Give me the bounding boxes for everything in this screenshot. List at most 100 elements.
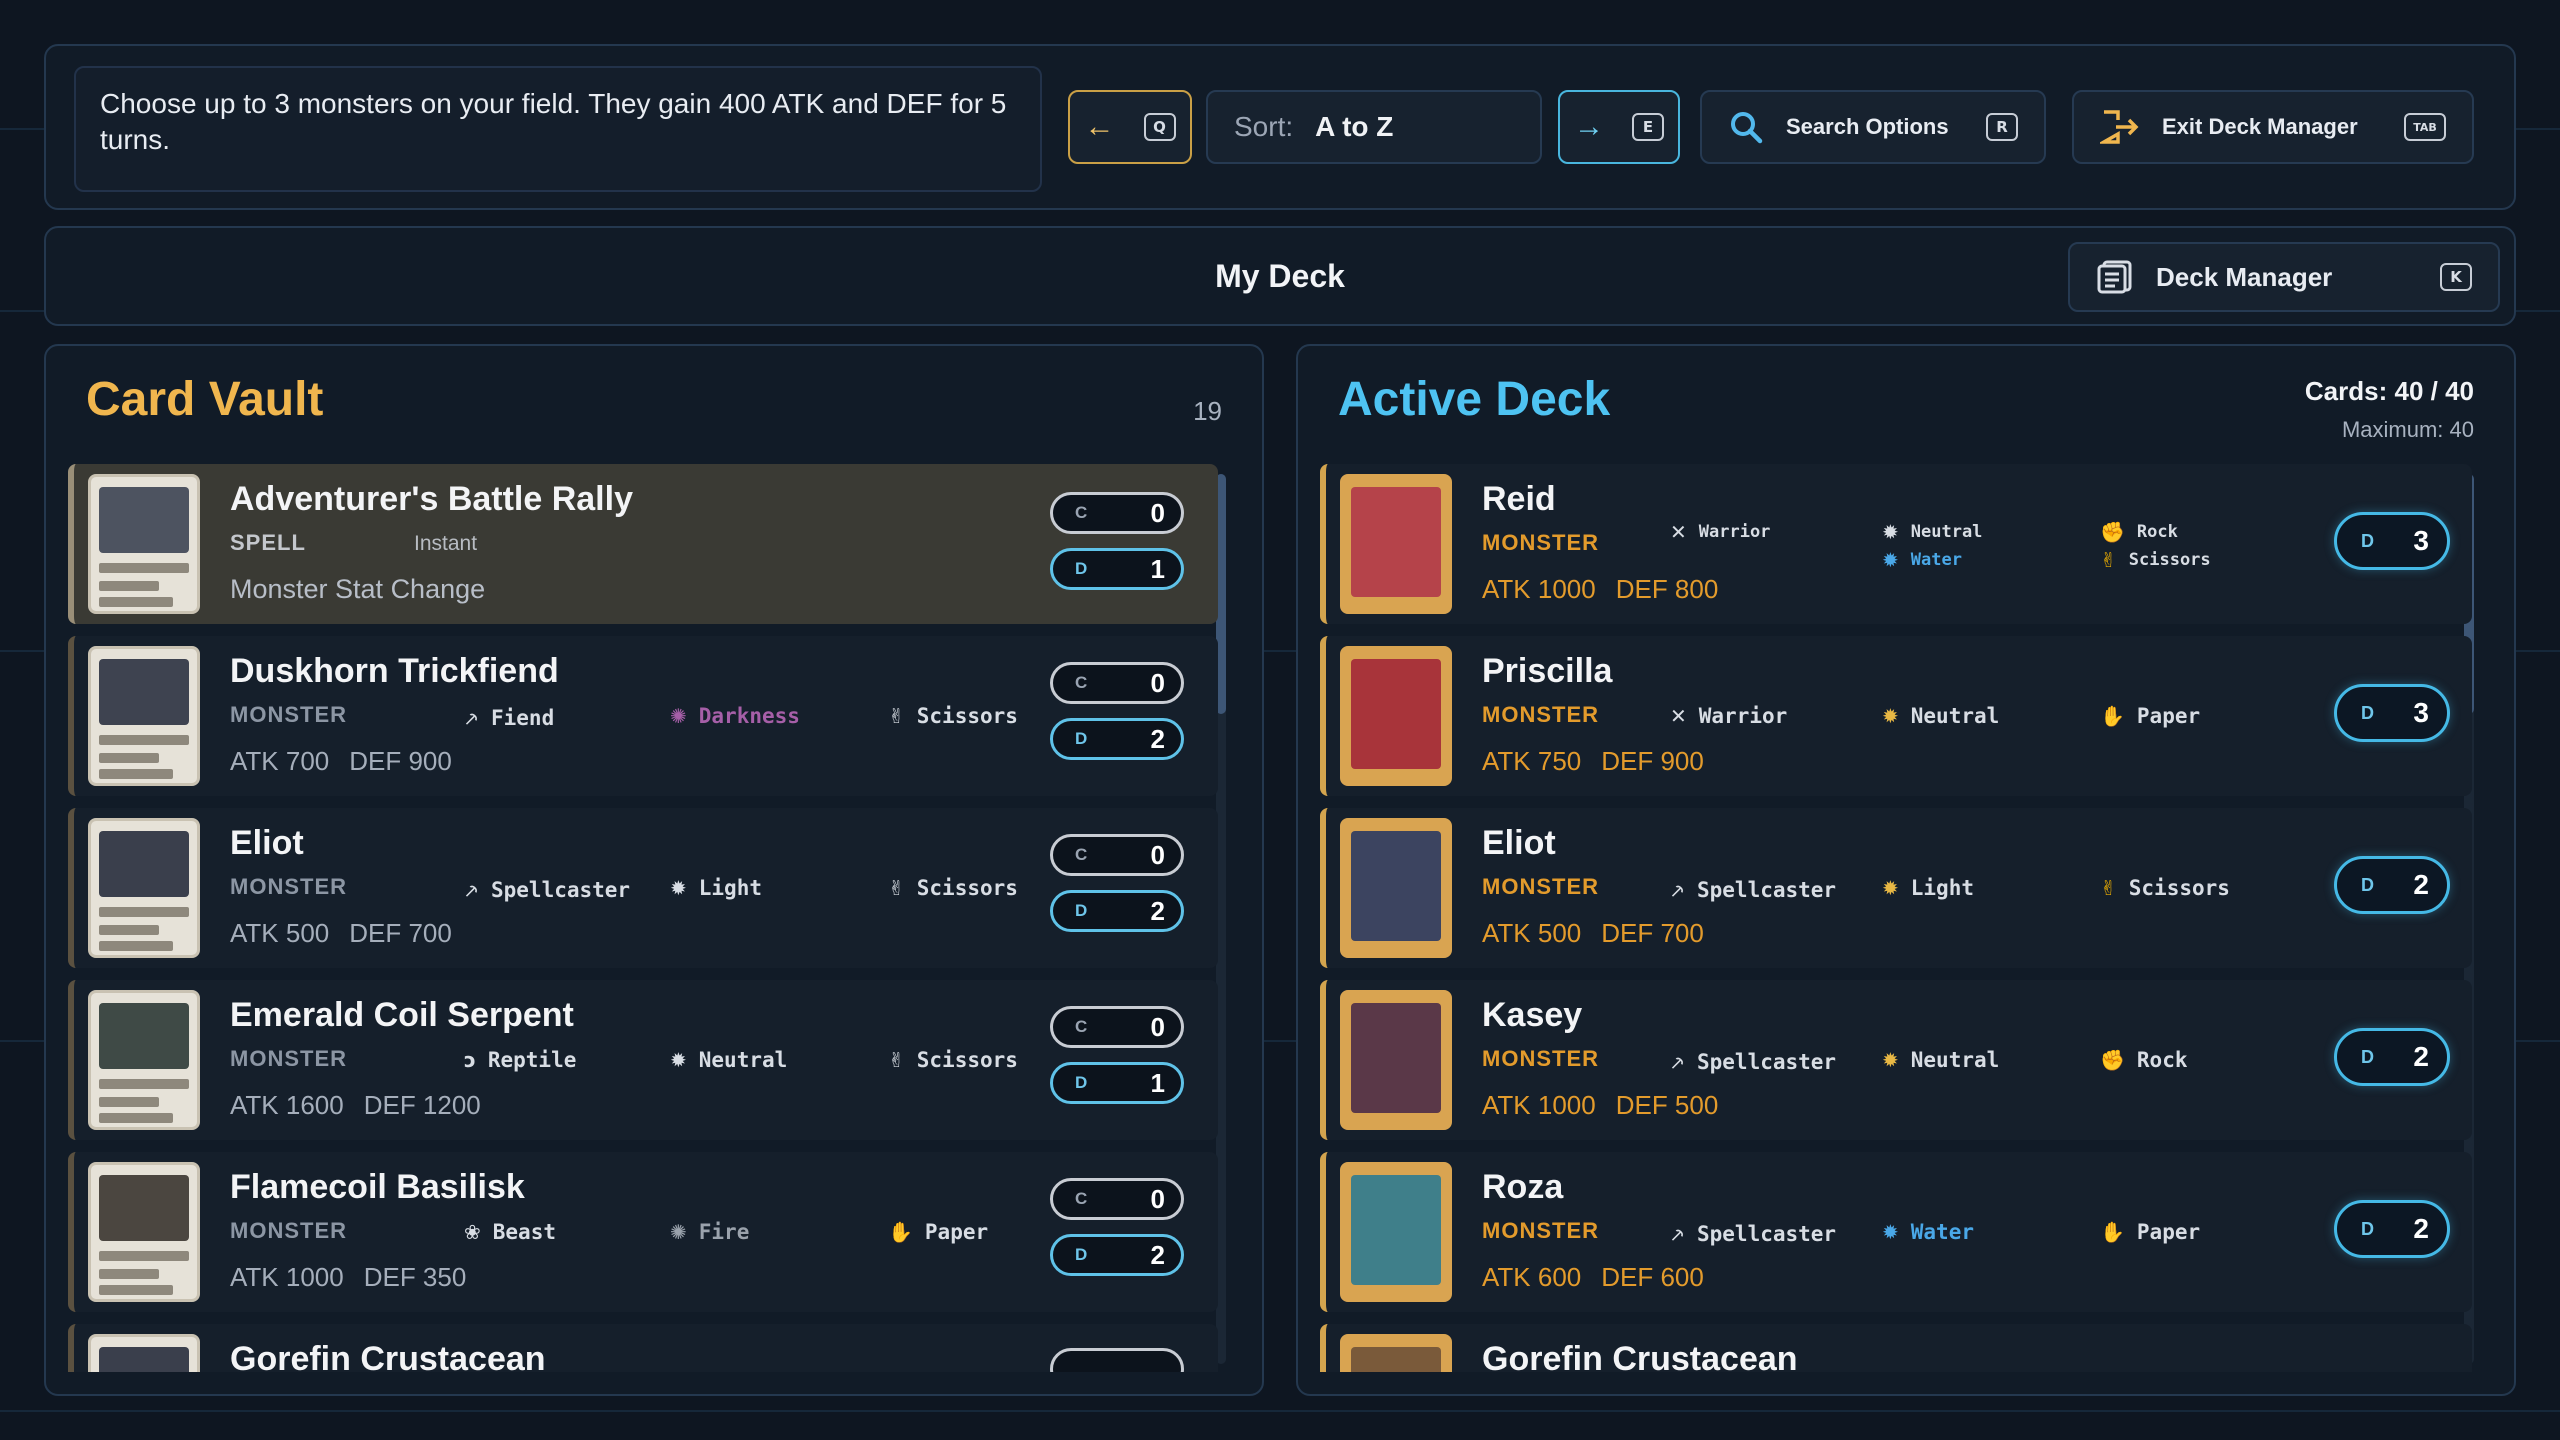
deck-card-row[interactable]: Kasey MONSTER ⸕ Spellcaster ✹ Neutral ✊ Roc… (1320, 980, 2472, 1140)
vault-card-row[interactable]: Flamecoil Basilisk MONSTER ❀ Beast ✺ Fire … (68, 1152, 1218, 1312)
card-stats: ATK 750 DEF 900 (1482, 746, 1704, 776)
card-name: Gorefin Crustacean (1482, 1340, 1798, 1372)
sort-prev-button[interactable]: ← Q (1068, 90, 1192, 164)
vault-card-row[interactable]: Adventurer's Battle Rally SPELL Instant … (68, 464, 1218, 624)
copies-in-collection: C0 (1050, 492, 1184, 534)
card-name: Flamecoil Basilisk (230, 1168, 525, 1206)
card-attribute: ✹ Neutral (1882, 704, 2000, 728)
card-art (88, 474, 200, 614)
scissors-hand-icon: ✌ (888, 704, 905, 728)
card-race: ↄ Reptile (464, 1048, 577, 1072)
card-stats: ATK 600 DEF 600 (1482, 1262, 1704, 1292)
swords-icon: ✕ (1670, 520, 1687, 544)
card-attribute-2: ✹ Water (1882, 548, 1962, 572)
card-attribute: ✹ Light (670, 876, 762, 900)
arrow-left-icon: ← (1084, 110, 1115, 143)
card-name: Kasey (1482, 996, 1583, 1034)
card-vault-panel: Card Vault 19 Adventurer's Battle Rally … (44, 344, 1264, 1396)
card-name: Roza (1482, 1168, 1564, 1206)
copies-in-deck: D3 (2334, 684, 2450, 742)
wand-icon: ⸕ (1670, 1050, 1685, 1074)
scissors-hand-icon: ✌ (2100, 876, 2117, 900)
card-attribute: ✹ Neutral (1882, 520, 1983, 544)
card-type: MONSTER (1482, 874, 1599, 899)
deck-card-list: Reid MONSTER ✕ Warrior ✹ Neutral ✹ Water ✊ R… (1320, 464, 2480, 1372)
scissors-hand-icon: ✌ (888, 1048, 905, 1072)
vault-card-row[interactable]: Eliot MONSTER ⸕ Spellcaster ✹ Light ✌ Sciss… (68, 808, 1218, 968)
card-attribute: ✹ Neutral (1882, 1048, 2000, 1072)
card-art (88, 1334, 200, 1372)
rock-hand-icon: ✊ (2100, 1048, 2125, 1072)
copies-in-deck: D2 (1050, 1234, 1184, 1276)
swords-icon: ✕ (1670, 704, 1687, 728)
active-deck-title: Active Deck (1338, 373, 1611, 426)
neutral-icon: ✹ (1882, 1048, 1899, 1072)
copies-in-deck: D3 (2334, 512, 2450, 570)
deck-card-row[interactable]: Gorefin Crustacean (1320, 1324, 2472, 1372)
copies-in-collection: C0 (1050, 834, 1184, 876)
card-type: MONSTER (1482, 1218, 1599, 1243)
card-stats: ATK 700 DEF 900 (230, 746, 452, 776)
card-type: MONSTER (1482, 530, 1599, 555)
vault-card-row[interactable]: Emerald Coil Serpent MONSTER ↄ Reptile ✹ N… (68, 980, 1218, 1140)
key-hint-q: Q (1143, 113, 1176, 141)
neutral-icon: ✹ (1882, 704, 1899, 728)
active-deck-panel: Active Deck Cards: 40 / 40 Maximum: 40 R… (1296, 344, 2516, 1396)
card-type: MONSTER (1482, 702, 1599, 727)
card-type: SPELL (230, 530, 306, 555)
card-art (88, 818, 200, 958)
card-art (88, 990, 200, 1130)
exit-deck-manager-button[interactable]: Exit Deck Manager TAB (2072, 90, 2474, 164)
card-name: Priscilla (1482, 652, 1613, 690)
sort-selector[interactable]: Sort: A to Z (1206, 90, 1542, 164)
card-attribute: ✹ Light (1882, 876, 1974, 900)
copies-in-collection: C0 (1050, 1178, 1184, 1220)
card-race: ⸕ Spellcaster (464, 877, 631, 903)
water-icon: ✹ (1882, 1220, 1899, 1244)
card-stats: ATK 1000 DEF 350 (230, 1262, 467, 1292)
card-type: MONSTER (1482, 1046, 1599, 1071)
card-race: ⸕ Spellcaster (1670, 877, 1837, 903)
spell-kind: Instant (414, 532, 478, 555)
spell-effect: Monster Stat Change (230, 574, 486, 604)
copies-in-deck: D1 (1050, 1062, 1184, 1104)
vault-card-row[interactable]: Gorefin Crustacean (68, 1324, 1218, 1372)
copies-in-deck: D2 (1050, 890, 1184, 932)
light-icon: ✹ (670, 876, 687, 900)
card-type: MONSTER (230, 1046, 347, 1071)
deck-card-row[interactable]: Eliot MONSTER ⸕ Spellcaster ✹ Light ✌ Sciss… (1320, 808, 2472, 968)
deck-card-row[interactable]: Roza MONSTER ⸕ Spellcaster ✹ Water ✋ Paper … (1320, 1152, 2472, 1312)
card-race: ✕ Warrior (1670, 704, 1788, 728)
deck-card-row[interactable]: Reid MONSTER ✕ Warrior ✹ Neutral ✹ Water ✊ R… (1320, 464, 2472, 624)
card-attribute: ✹ Water (1882, 1220, 1974, 1244)
deck-card-row[interactable]: Priscilla MONSTER ✕ Warrior ✹ Neutral ✋ Pap… (1320, 636, 2472, 796)
search-options-button[interactable]: Search Options R (1700, 90, 2046, 164)
deck-manager-label: Deck Manager (2156, 261, 2333, 292)
copies-in-deck: D2 (2334, 856, 2450, 914)
card-name: Gorefin Crustacean (230, 1340, 546, 1372)
neutral-icon: ✹ (1882, 520, 1899, 544)
card-hand: ✋ Paper (888, 1220, 989, 1244)
card-hand: ✌ Scissors (888, 876, 1018, 900)
search-options-label: Search Options (1786, 114, 1949, 139)
card-name: Duskhorn Trickfiend (230, 652, 559, 690)
card-art (1340, 818, 1452, 958)
card-stats: ATK 1600 DEF 1200 (230, 1090, 481, 1120)
deck-manager-button[interactable]: Deck Manager K (2068, 242, 2500, 312)
card-art (1340, 646, 1452, 786)
card-name: Emerald Coil Serpent (230, 996, 574, 1034)
reptile-icon: ↄ (464, 1048, 476, 1072)
card-vault-count: 19 (1193, 396, 1222, 426)
vault-card-row[interactable]: Duskhorn Trickfiend MONSTER ⸕ Fiend ✺ Dark… (68, 636, 1218, 796)
scissors-hand-icon: ✌ (2100, 548, 2117, 572)
card-race: ⸕ Spellcaster (1670, 1221, 1837, 1247)
key-hint-tab: TAB (2404, 113, 2446, 141)
sort-next-button[interactable]: → E (1558, 90, 1680, 164)
paper-hand-icon: ✋ (2100, 1220, 2125, 1244)
exit-deck-manager-label: Exit Deck Manager (2162, 114, 2358, 139)
scissors-hand-icon: ✌ (888, 876, 905, 900)
card-race: ✕ Warrior (1670, 520, 1771, 544)
card-hand: ✋ Paper (2100, 704, 2201, 728)
copies-in-deck: D2 (2334, 1028, 2450, 1086)
neutral-icon: ✹ (670, 1048, 687, 1072)
